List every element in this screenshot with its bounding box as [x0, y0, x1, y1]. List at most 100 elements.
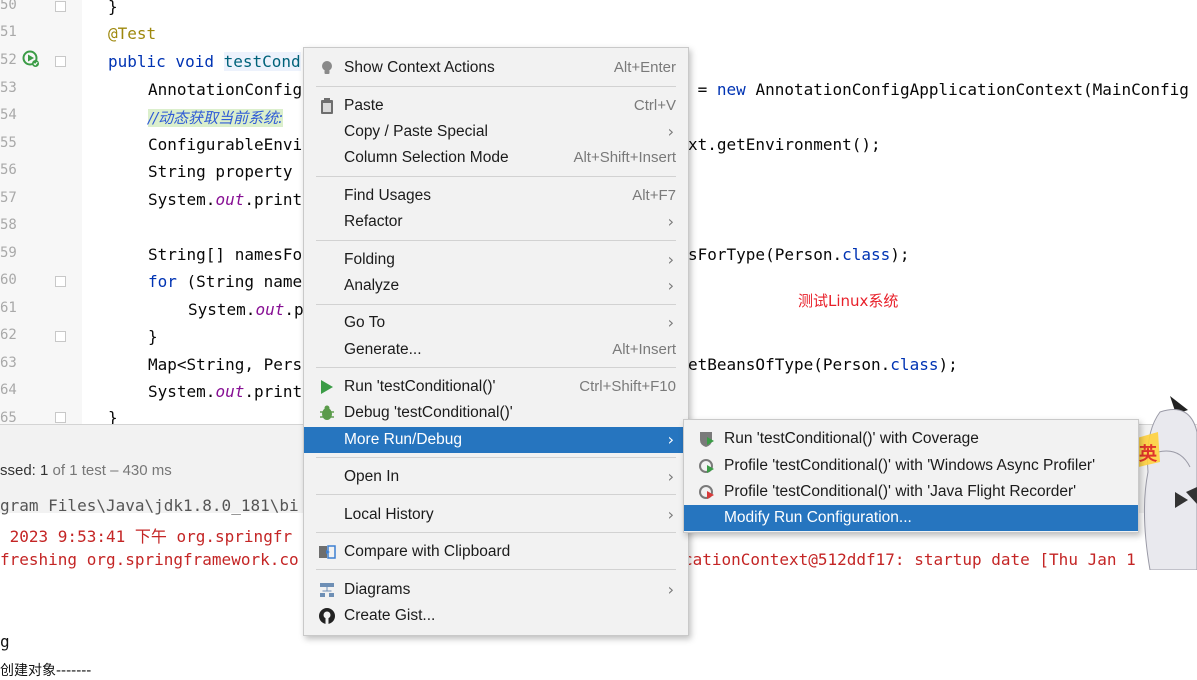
code-line: System.out.print: [148, 382, 303, 401]
code-line: for (String name: [148, 272, 303, 291]
chevron-right-icon: ›: [667, 212, 674, 231]
github-icon: [319, 608, 335, 624]
menu-separator: [316, 176, 676, 177]
lightbulb-icon: [322, 61, 332, 74]
line-number: 60: [0, 272, 17, 288]
chevron-right-icon: ›: [667, 430, 674, 449]
code-line: Map<String, Pers: [148, 355, 303, 374]
submenu-item-profile-async[interactable]: Profile 'testConditional()' with 'Window…: [684, 453, 1138, 479]
code-line: AnnotationConfig: [148, 80, 303, 99]
menu-item-copy-paste-special[interactable]: Copy / Paste Special ›: [304, 119, 688, 145]
fold-marker-icon[interactable]: [55, 56, 66, 67]
menu-item-go-to[interactable]: Go To ›: [304, 310, 688, 336]
code-line: }: [108, 0, 118, 16]
console-line: 创建对象-------: [0, 663, 92, 679]
diagram-icon: [320, 583, 334, 597]
line-number: 55: [0, 135, 17, 151]
run-play-icon: [321, 380, 333, 394]
code-comment: //动态获取当前系统:: [148, 109, 284, 127]
line-number: 59: [0, 245, 17, 261]
submenu-item-modify-run-configuration[interactable]: Modify Run Configuration...: [684, 505, 1138, 531]
svg-text:英: 英: [1138, 443, 1158, 465]
line-number: 50: [0, 0, 17, 13]
line-number: 53: [0, 80, 17, 96]
menu-item-refactor[interactable]: Refactor ›: [304, 209, 688, 235]
line-number: 58: [0, 217, 17, 233]
code-line: public void testCond: [108, 52, 301, 71]
code-line: String[] namesFo: [148, 245, 303, 264]
fold-marker-icon[interactable]: [55, 276, 66, 287]
menu-separator: [316, 86, 676, 87]
menu-separator: [316, 304, 676, 305]
menu-item-compare-with-clipboard[interactable]: Compare with Clipboard: [304, 539, 688, 565]
menu-item-analyze[interactable]: Analyze ›: [304, 273, 688, 299]
menu-separator: [316, 457, 676, 458]
menu-item-folding[interactable]: Folding ›: [304, 247, 688, 273]
code-line: }: [148, 327, 158, 346]
menu-item-column-selection-mode[interactable]: Column Selection Mode Alt+Shift+Insert: [304, 145, 688, 171]
fold-marker-icon[interactable]: [55, 1, 66, 12]
chevron-right-icon: ›: [667, 313, 674, 332]
coverage-icon: [700, 432, 714, 447]
run-test-gutter-icon[interactable]: [22, 50, 40, 68]
line-number: 56: [0, 162, 17, 178]
menu-item-paste[interactable]: Paste Ctrl+V: [304, 93, 688, 119]
menu-separator: [316, 367, 676, 368]
chevron-right-icon: ›: [667, 276, 674, 295]
menu-item-find-usages[interactable]: Find Usages Alt+F7: [304, 183, 688, 209]
chevron-right-icon: ›: [667, 250, 674, 269]
chevron-right-icon: ›: [667, 467, 674, 486]
code-line: = new AnnotationConfigApplicationContext…: [688, 80, 1189, 99]
code-line: System.out.p: [188, 300, 304, 319]
clipboard-icon: [321, 98, 333, 114]
code-line: etBeansOfType(Person.class);: [688, 355, 958, 374]
menu-separator: [316, 240, 676, 241]
menu-item-generate[interactable]: Generate... Alt+Insert: [304, 337, 688, 363]
more-run-debug-submenu: Run 'testConditional()' with Coverage Pr…: [683, 419, 1139, 533]
editor-gutter: 50 51 52 53 54 55 56 57 58 59 60 61 62 6…: [0, 0, 82, 426]
line-number: 63: [0, 355, 17, 371]
code-line: @Test: [108, 24, 157, 43]
console-line: 2023 9:53:41 下午 org.springfr: [0, 527, 293, 546]
line-number: 57: [0, 190, 17, 206]
profiler-icon: [699, 485, 714, 499]
anime-character-image: 英: [1130, 396, 1197, 570]
menu-item-diagrams[interactable]: Diagrams ›: [304, 577, 688, 603]
line-number: 52: [0, 52, 17, 68]
console-line: cationContext@512ddf17: startup date [Th…: [683, 550, 1136, 569]
chevron-right-icon: ›: [667, 580, 674, 599]
fold-marker-icon[interactable]: [55, 331, 66, 342]
annotation-note: 测试Linux系统: [798, 292, 899, 310]
menu-item-show-context-actions[interactable]: Show Context Actions Alt+Enter: [304, 55, 688, 81]
console-line: g: [0, 632, 10, 651]
code-line: ConfigurableEnvi: [148, 135, 303, 154]
menu-item-more-run-debug[interactable]: More Run/Debug ›: [304, 427, 688, 453]
code-line: String property: [148, 162, 293, 181]
menu-item-run-test[interactable]: Run 'testConditional()' Ctrl+Shift+F10: [304, 374, 688, 400]
line-number: 54: [0, 107, 17, 123]
compare-icon: [319, 545, 336, 559]
chevron-right-icon: ›: [667, 122, 674, 141]
profiler-icon: [699, 459, 714, 473]
line-number: 61: [0, 300, 17, 316]
menu-item-open-in[interactable]: Open In ›: [304, 464, 688, 490]
debug-bug-icon: [320, 405, 334, 420]
submenu-item-profile-jfr[interactable]: Profile 'testConditional()' with 'Java F…: [684, 479, 1138, 505]
code-line: xt.getEnvironment();: [688, 135, 881, 154]
line-number: 64: [0, 382, 17, 398]
menu-item-debug-test[interactable]: Debug 'testConditional()': [304, 400, 688, 426]
console-line: gram Files\Java\jdk1.8.0_181\bi: [0, 496, 299, 515]
submenu-item-run-with-coverage[interactable]: Run 'testConditional()' with Coverage: [684, 426, 1138, 452]
editor-context-menu: Show Context Actions Alt+Enter Paste Ctr…: [303, 47, 689, 636]
code-line: System.out.print: [148, 190, 303, 209]
menu-separator: [316, 532, 676, 533]
tests-status: ssed: 1 of 1 test – 430 ms: [0, 462, 172, 479]
menu-item-create-gist[interactable]: Create Gist...: [304, 603, 688, 629]
code-line: sForType(Person.class);: [688, 245, 910, 264]
menu-item-local-history[interactable]: Local History ›: [304, 502, 688, 528]
chevron-right-icon: ›: [667, 505, 674, 524]
menu-separator: [316, 569, 676, 570]
console-line: freshing org.springframework.co: [0, 550, 299, 569]
fold-marker-icon[interactable]: [55, 412, 66, 423]
menu-separator: [316, 494, 676, 495]
